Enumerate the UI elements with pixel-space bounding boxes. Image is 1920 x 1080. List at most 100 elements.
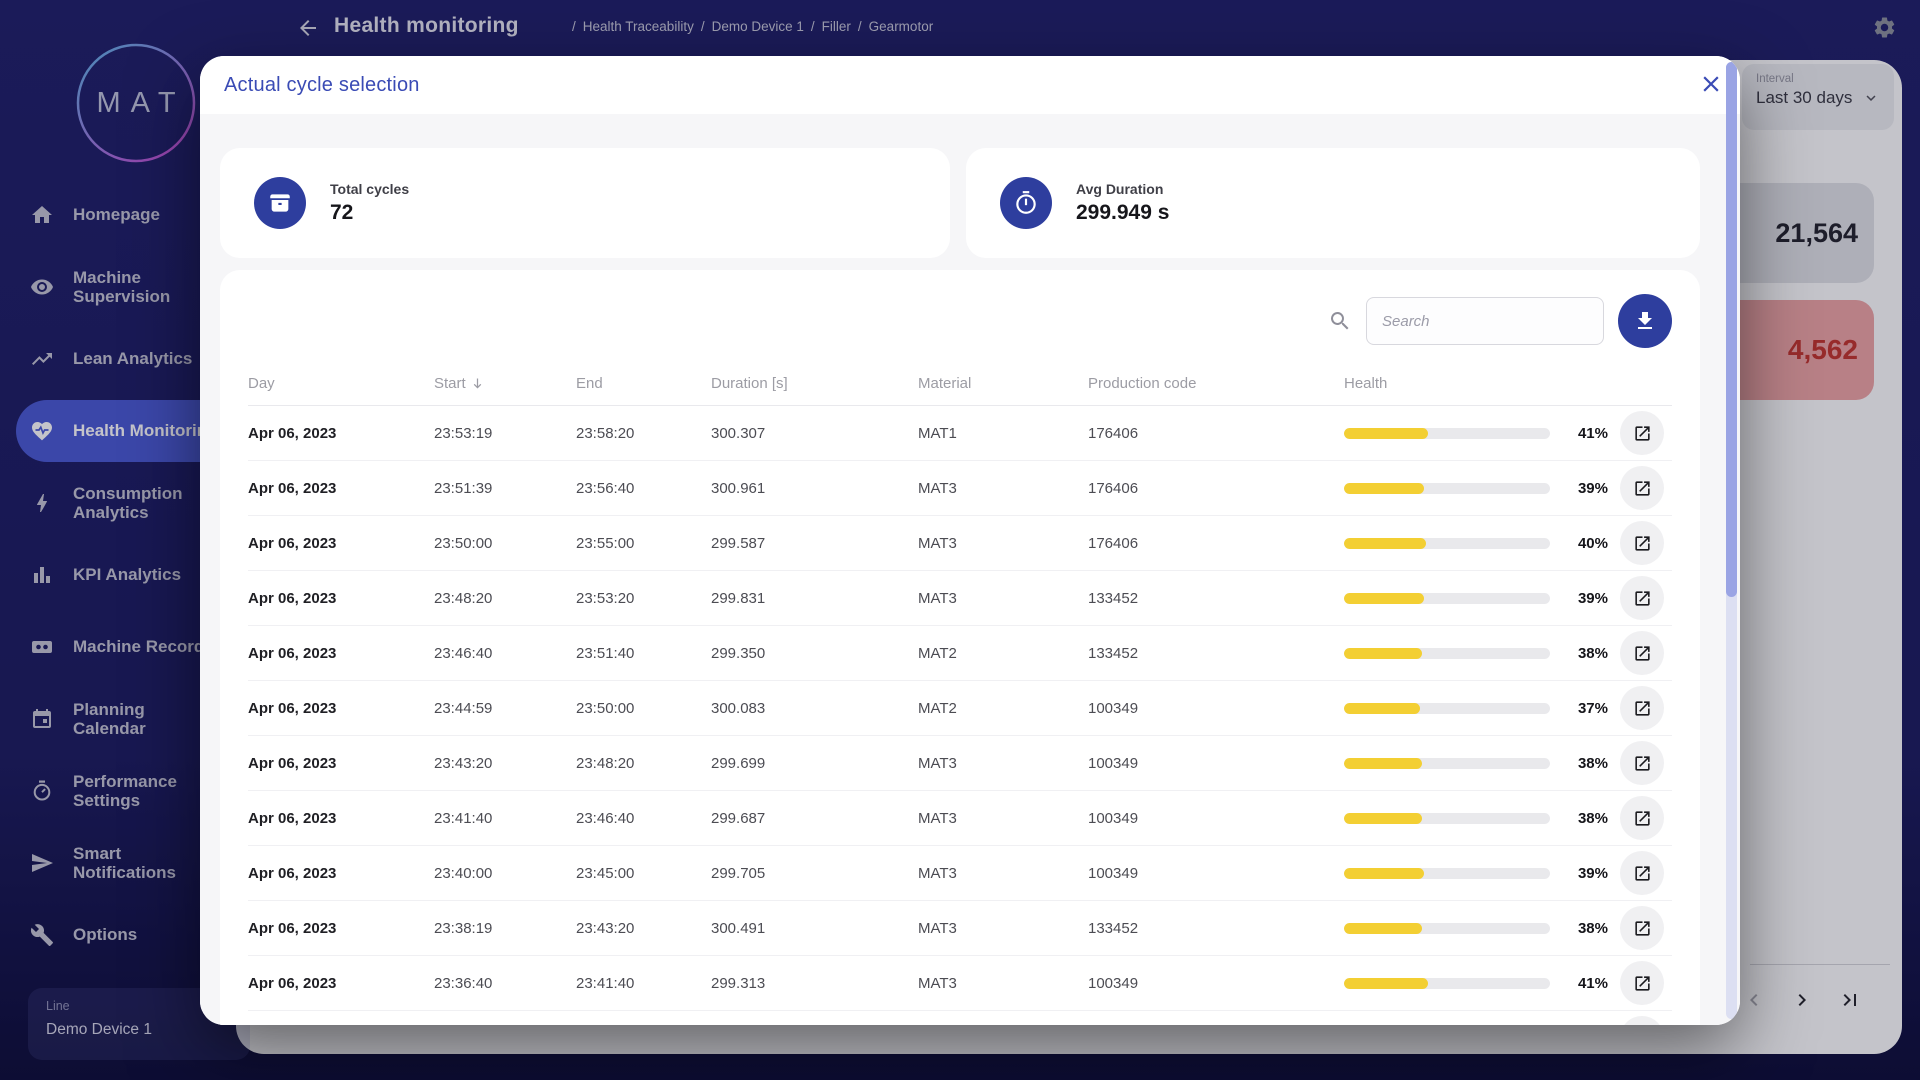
open-cycle-button[interactable]: [1620, 851, 1664, 895]
table-row[interactable]: Apr 06, 2023 23:43:20 23:48:20 299.699 M…: [248, 736, 1672, 791]
open-cycle-button[interactable]: [1620, 686, 1664, 730]
cell-end: 23:50:00: [576, 700, 711, 717]
table-row[interactable]: Apr 06, 2023 23:53:19 23:58:20 300.307 M…: [248, 406, 1672, 461]
cell-health: 38%: [1344, 631, 1672, 675]
open-cycle-button[interactable]: [1620, 906, 1664, 950]
cell-start: 23:36:40: [434, 975, 576, 992]
cell-day: Apr 06, 2023: [248, 645, 434, 662]
modal-title: Actual cycle selection: [224, 74, 420, 97]
table-row[interactable]: Apr 06, 2023 23:36:40 23:41:40 299.313 M…: [248, 956, 1672, 1011]
cell-health: 38%: [1344, 906, 1672, 950]
cell-end: 23:55:00: [576, 535, 711, 552]
cell-health: 40%: [1344, 1016, 1672, 1025]
search-input[interactable]: [1366, 297, 1604, 345]
health-percentage: 39%: [1558, 480, 1608, 497]
table-row[interactable]: Apr 06, 2023 23:38:19 23:43:20 300.491 M…: [248, 901, 1672, 956]
cell-production-code: 100349: [1088, 975, 1344, 992]
table-row[interactable]: Apr 06, 2023 23:50:00 23:55:00 299.587 M…: [248, 516, 1672, 571]
cell-production-code: 176406: [1088, 480, 1344, 497]
health-percentage: 38%: [1558, 920, 1608, 937]
column-header-duration[interactable]: Duration [s]: [711, 375, 918, 392]
archive-icon: [254, 177, 306, 229]
download-button[interactable]: [1618, 294, 1672, 348]
cell-material: MAT3: [918, 590, 1088, 607]
health-percentage: 40%: [1558, 535, 1608, 552]
health-bar: [1344, 978, 1550, 989]
health-bar: [1344, 483, 1550, 494]
health-bar: [1344, 868, 1550, 879]
health-percentage: 39%: [1558, 590, 1608, 607]
health-bar: [1344, 648, 1550, 659]
health-bar: [1344, 923, 1550, 934]
cell-duration: 300.307: [711, 425, 918, 442]
cell-health: 41%: [1344, 961, 1672, 1005]
cell-end: 23:41:40: [576, 975, 711, 992]
cell-material: MAT1: [918, 425, 1088, 442]
open-cycle-button[interactable]: [1620, 796, 1664, 840]
open-cycle-button[interactable]: [1620, 576, 1664, 620]
table-row[interactable]: Apr 06, 2023 23:41:40 23:46:40 299.687 M…: [248, 791, 1672, 846]
health-bar: [1344, 758, 1550, 769]
cell-start: 23:44:59: [434, 700, 576, 717]
cell-day: Apr 06, 2023: [248, 700, 434, 717]
column-header-start[interactable]: Start: [434, 375, 576, 392]
cell-production-code: 176406: [1088, 535, 1344, 552]
cell-end: 23:43:20: [576, 920, 711, 937]
search-icon: [1328, 309, 1352, 333]
health-bar: [1344, 813, 1550, 824]
cell-start: 23:46:40: [434, 645, 576, 662]
cell-day: Apr 06, 2023: [248, 590, 434, 607]
cell-production-code: 100349: [1088, 810, 1344, 827]
open-cycle-button[interactable]: [1620, 631, 1664, 675]
open-cycle-button[interactable]: [1620, 961, 1664, 1005]
table-row[interactable]: Apr 06, 2023 23:51:39 23:56:40 300.961 M…: [248, 461, 1672, 516]
cell-day: Apr 06, 2023: [248, 755, 434, 772]
table-row[interactable]: Apr 06, 2023 23:34:59 23:40:00 300.140 M…: [248, 1011, 1672, 1025]
health-percentage: 38%: [1558, 645, 1608, 662]
open-cycle-button[interactable]: [1620, 411, 1664, 455]
open-cycle-button[interactable]: [1620, 521, 1664, 565]
column-header-end[interactable]: End: [576, 375, 711, 392]
sort-descending-icon: [470, 376, 485, 391]
open-cycle-button[interactable]: [1620, 1016, 1664, 1025]
cell-duration: 299.350: [711, 645, 918, 662]
cell-production-code: 133452: [1088, 645, 1344, 662]
open-cycle-button[interactable]: [1620, 466, 1664, 510]
table-row[interactable]: Apr 06, 2023 23:40:00 23:45:00 299.705 M…: [248, 846, 1672, 901]
health-percentage: 38%: [1558, 755, 1608, 772]
column-header-material[interactable]: Material: [918, 375, 1088, 392]
cell-health: 39%: [1344, 851, 1672, 895]
cell-health: 38%: [1344, 741, 1672, 785]
column-header-health[interactable]: Health: [1344, 375, 1672, 392]
cell-material: MAT3: [918, 480, 1088, 497]
table-row[interactable]: Apr 06, 2023 23:44:59 23:50:00 300.083 M…: [248, 681, 1672, 736]
cell-start: 23:48:20: [434, 590, 576, 607]
cell-material: MAT2: [918, 645, 1088, 662]
health-percentage: 37%: [1558, 700, 1608, 717]
cell-material: MAT3: [918, 535, 1088, 552]
cell-day: Apr 06, 2023: [248, 865, 434, 882]
cycle-selection-modal: Actual cycle selection Total cycles 72 A…: [200, 56, 1740, 1025]
modal-scrollbar-thumb[interactable]: [1726, 62, 1737, 597]
stat-value: 299.949 s: [1076, 201, 1169, 225]
modal-body: Total cycles 72 Avg Duration 299.949 s D…: [200, 114, 1740, 1025]
column-header-production-code[interactable]: Production code: [1088, 375, 1344, 392]
modal-header: Actual cycle selection: [200, 56, 1740, 114]
cell-day: Apr 06, 2023: [248, 975, 434, 992]
health-bar: [1344, 593, 1550, 604]
stat-label: Avg Duration: [1076, 181, 1169, 197]
cell-start: 23:50:00: [434, 535, 576, 552]
avg-duration-card: Avg Duration 299.949 s: [966, 148, 1700, 258]
cell-end: 23:48:20: [576, 755, 711, 772]
table-row[interactable]: Apr 06, 2023 23:48:20 23:53:20 299.831 M…: [248, 571, 1672, 626]
cell-duration: 300.491: [711, 920, 918, 937]
close-icon[interactable]: [1698, 71, 1724, 97]
cell-day: Apr 06, 2023: [248, 810, 434, 827]
open-cycle-button[interactable]: [1620, 741, 1664, 785]
column-header-day[interactable]: Day: [248, 375, 434, 392]
cell-day: Apr 06, 2023: [248, 535, 434, 552]
cell-start: 23:53:19: [434, 425, 576, 442]
modal-scrollbar-track[interactable]: [1726, 62, 1737, 1019]
cell-end: 23:56:40: [576, 480, 711, 497]
table-row[interactable]: Apr 06, 2023 23:46:40 23:51:40 299.350 M…: [248, 626, 1672, 681]
